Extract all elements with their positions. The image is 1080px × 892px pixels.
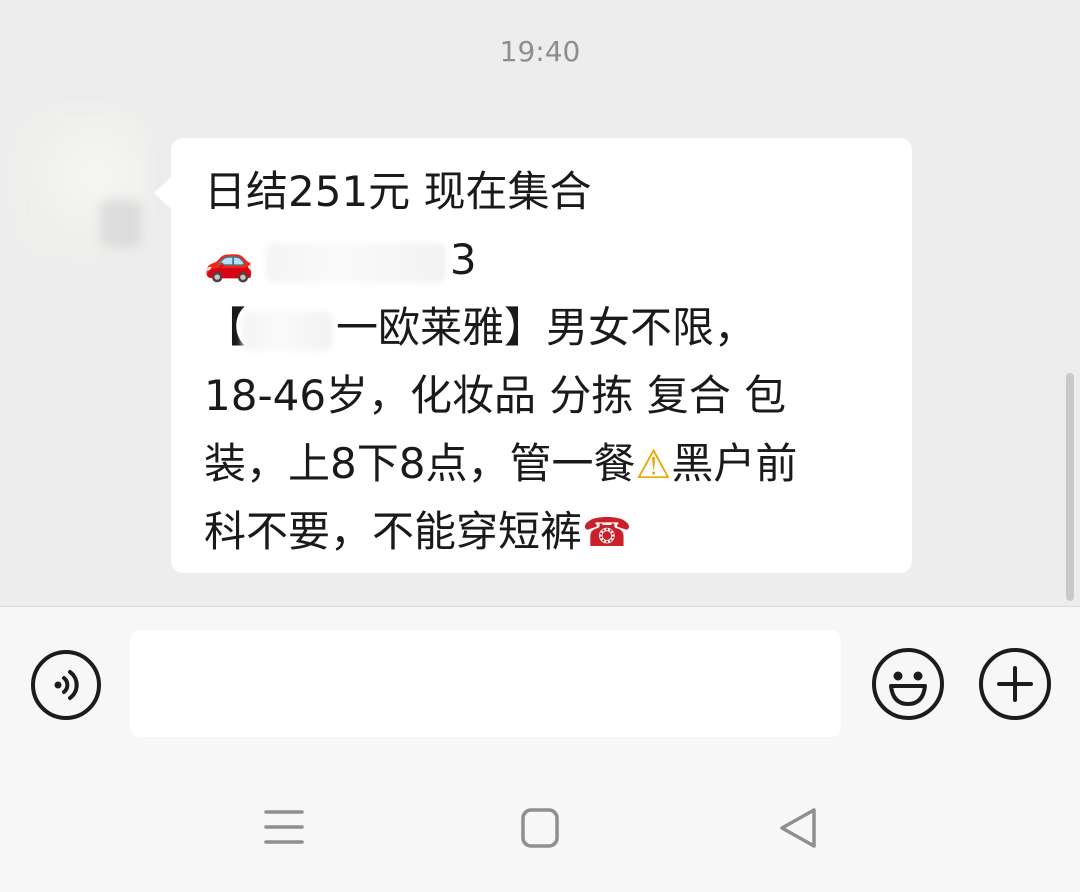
line3-text: 一欧莱雅】男女不限， — [336, 303, 757, 352]
message-line-1: 日结251元 现在集合 — [204, 167, 592, 216]
chat-area: 19:40 日结251元 现在集合 🚗 3 【一欧莱雅】男女不限， 18-46岁，… — [0, 0, 1080, 606]
message-line-2: 🚗 3 — [204, 226, 894, 294]
menu-icon — [264, 810, 304, 844]
redacted-text — [242, 310, 333, 351]
nav-back-button[interactable] — [776, 806, 820, 850]
message-line-5: 装，上8下8点，管一餐⚠黑户前 — [204, 430, 894, 498]
line6-text: 科不要，不能穿短裤 — [204, 507, 583, 556]
bubble-tail — [154, 176, 172, 210]
message-text: 日结251元 现在集合 🚗 3 【一欧莱雅】男女不限， 18-46岁，化妆品 分拣… — [204, 158, 894, 566]
redacted-text — [265, 242, 446, 283]
message-line-3: 【 一欧莱雅】男女不限， — [204, 294, 894, 362]
message-line-4: 18-46岁，化妆品 分拣 复合 包 — [204, 371, 787, 420]
plus-icon — [997, 666, 1033, 702]
nav-home-button[interactable] — [518, 806, 562, 850]
square-home-icon — [521, 808, 559, 848]
avatar-blur-mark — [100, 200, 142, 248]
message-line-6: 科不要，不能穿短裤☎ — [204, 498, 894, 566]
more-button[interactable] — [979, 648, 1051, 720]
chat-scrollbar[interactable] — [1066, 373, 1074, 601]
line5-tail: 黑户前 — [671, 439, 798, 488]
line2-tail: 3 — [449, 235, 477, 284]
nav-menu-button[interactable] — [262, 806, 306, 850]
message-input[interactable] — [130, 630, 841, 737]
car-icon: 🚗 — [204, 238, 254, 284]
line5-text: 装，上8下8点，管一餐 — [204, 439, 636, 488]
line3-open-bracket: 【 — [204, 303, 247, 352]
voice-button[interactable] — [31, 650, 101, 720]
emoji-button[interactable] — [872, 648, 944, 720]
voice-icon — [54, 670, 79, 700]
triangle-back-icon — [780, 808, 816, 848]
message-timestamp: 19:40 — [499, 35, 581, 68]
warning-icon: ⚠ — [635, 442, 672, 488]
telephone-icon: ☎ — [582, 510, 632, 556]
smiley-icon — [889, 671, 927, 706]
